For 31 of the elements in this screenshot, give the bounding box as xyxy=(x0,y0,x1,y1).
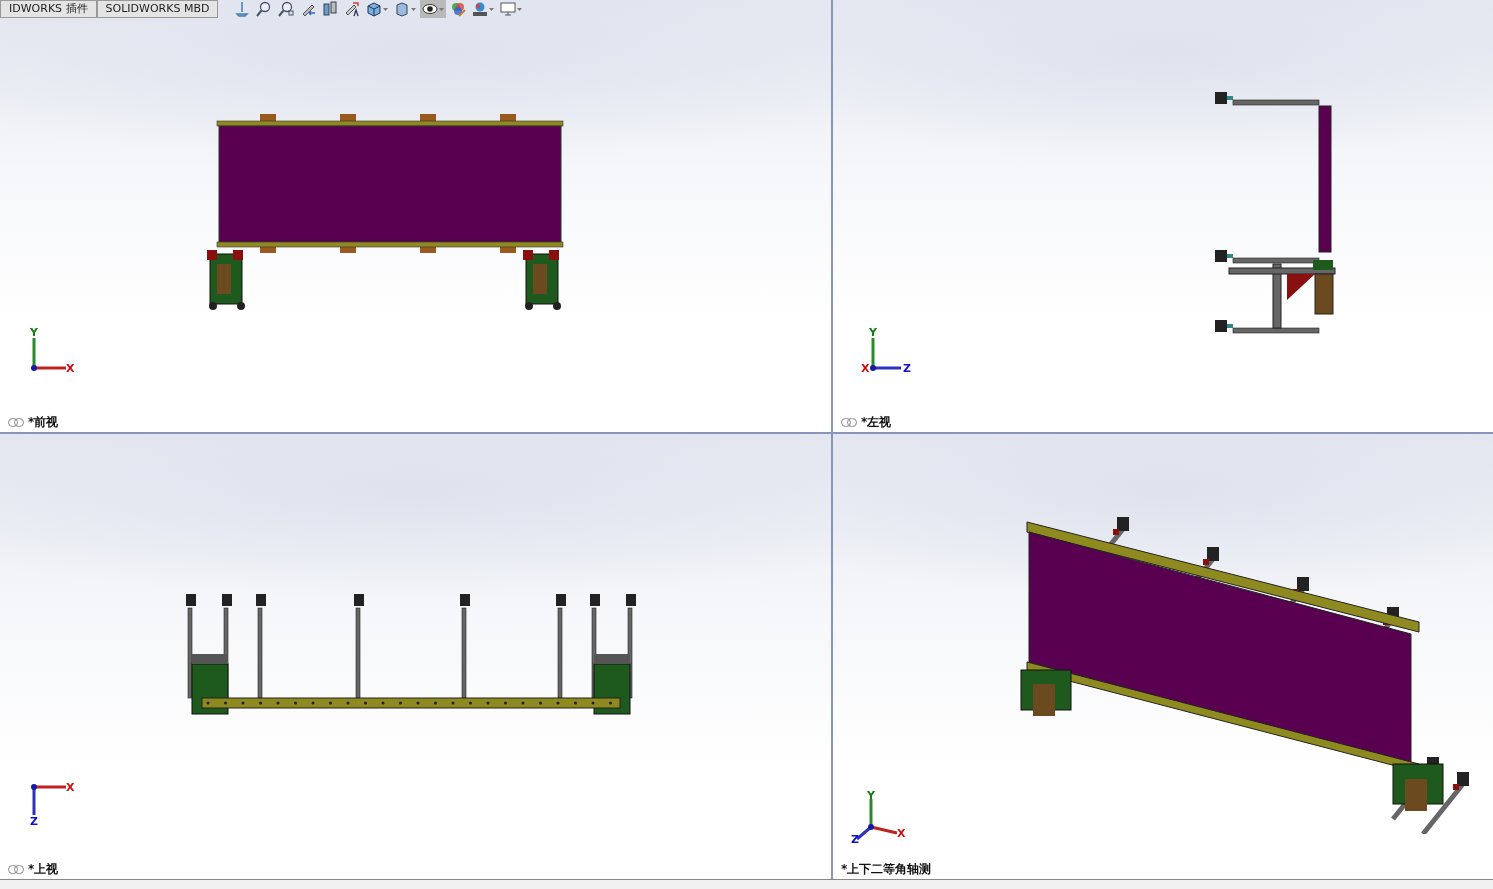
axis-label: Z xyxy=(903,362,911,375)
axis-label: X xyxy=(66,362,75,375)
axis-label: Z xyxy=(30,815,38,828)
axis-label: Z xyxy=(851,833,859,846)
tab[interactable]: SOLIDWORKS MBD xyxy=(96,0,219,18)
section-view-icon xyxy=(322,1,338,17)
appearance-icon xyxy=(450,1,466,17)
display-style-icon xyxy=(394,1,410,17)
axis-label: X xyxy=(66,781,75,794)
zoom-icon xyxy=(256,1,272,17)
axis-label: X xyxy=(861,362,870,375)
axis-label: Y xyxy=(30,326,38,339)
toolbar-button[interactable] xyxy=(420,0,446,18)
monitor-icon xyxy=(500,1,516,17)
scene-icon xyxy=(472,1,488,17)
axis-label: Y xyxy=(867,789,875,802)
view-label: *前视 xyxy=(28,413,59,431)
zoom-area-icon xyxy=(278,1,294,17)
tab[interactable]: IDWORKS 插件 xyxy=(0,0,97,18)
normal-to-icon xyxy=(234,1,250,17)
view-label: *上视 xyxy=(28,860,59,878)
view-orientation-icon xyxy=(366,1,382,17)
annotation-view-icon xyxy=(344,1,360,17)
view-label: *左视 xyxy=(861,413,892,431)
view-label: *上下二等角轴测 xyxy=(841,860,932,878)
axis-label: Y xyxy=(869,326,877,339)
axis-label: X xyxy=(897,827,906,840)
toolbar-button[interactable] xyxy=(364,0,390,18)
eye-icon xyxy=(422,1,438,17)
toolbar-button[interactable] xyxy=(276,0,296,18)
toolbar-button[interactable] xyxy=(470,0,496,18)
